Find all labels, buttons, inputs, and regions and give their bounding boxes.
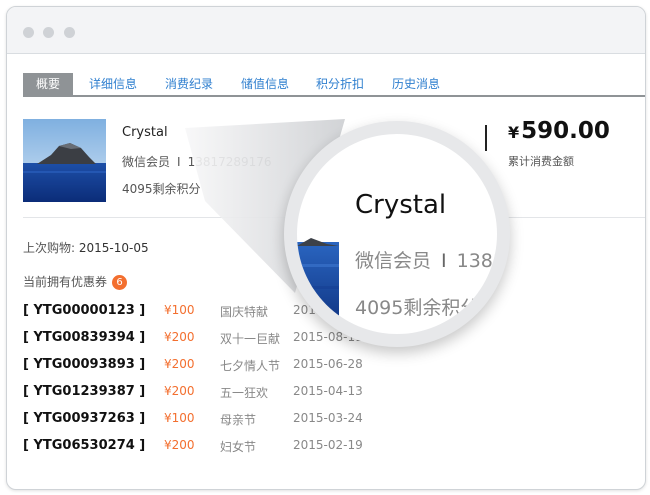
- app-window: 概要 详细信息 消费纪录 储值信息 积分折扣 历史消息 Crystal 微信会员…: [6, 6, 646, 490]
- magnified-member-type: 微信会员: [355, 250, 432, 272]
- magnified-name: Crystal: [355, 190, 447, 220]
- magnified-phone: 1381: [456, 250, 497, 272]
- magnifier-lens: Crystal 微信会员 I 1381 4095剩余积分: [284, 121, 510, 347]
- magnifier-view: Crystal 微信会员 I 1381 4095剩余积分: [297, 134, 497, 334]
- magnified-separator: I: [441, 250, 447, 272]
- magnified-points: 4095剩余积分: [355, 297, 480, 319]
- magnified-member-info: 微信会员 I 1381: [355, 246, 497, 273]
